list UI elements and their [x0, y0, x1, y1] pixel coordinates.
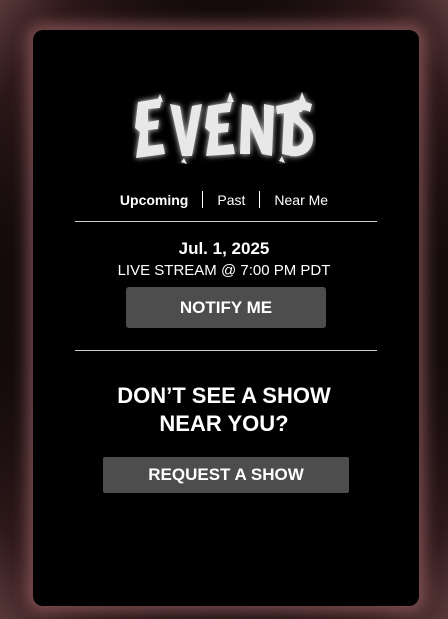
event-description: LIVE STREAM @ 7:00 PM PDT: [117, 262, 331, 279]
event-date: Jul. 1, 2025: [178, 239, 270, 258]
tab-past[interactable]: Past: [215, 192, 247, 208]
events-logo-art: [135, 92, 314, 164]
divider: [75, 221, 377, 222]
notify-me-button[interactable]: NOTIFY ME: [126, 287, 326, 328]
tab-upcoming[interactable]: Upcoming: [118, 192, 190, 208]
request-show-button[interactable]: REQUEST A SHOW: [103, 457, 349, 493]
events-logo: [0, 92, 448, 169]
divider: [75, 350, 377, 351]
notify-me-label: NOTIFY ME: [179, 297, 273, 317]
heading-line-1: DON’T SEE A SHOW: [117, 383, 331, 408]
request-show-heading: DON’T SEE A SHOW NEAR YOU?: [0, 382, 448, 438]
tab-separator: [259, 191, 261, 208]
event-tabs: Upcoming Past Near Me: [0, 191, 448, 208]
request-show-label: REQUEST A SHOW: [148, 465, 304, 484]
tab-separator: [202, 191, 204, 208]
heading-line-2: NEAR YOU?: [159, 411, 289, 436]
tab-near-me[interactable]: Near Me: [272, 192, 330, 208]
